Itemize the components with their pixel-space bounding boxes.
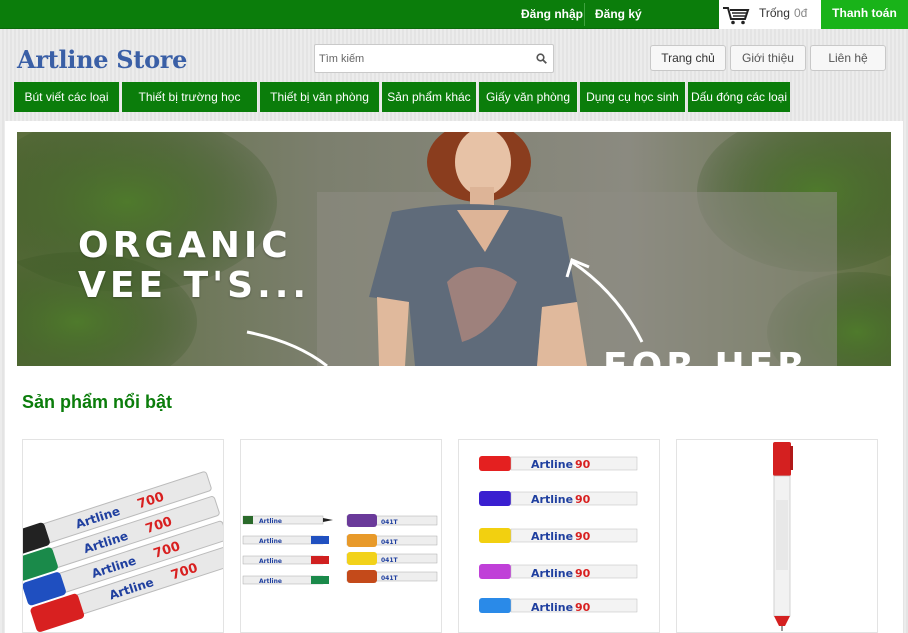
- product-model: 90: [575, 493, 591, 506]
- category-other-products[interactable]: Sản phẩm khác: [382, 82, 476, 112]
- product-model: 90: [575, 601, 591, 614]
- product-brand: Artline: [531, 567, 573, 580]
- divider: [584, 3, 585, 26]
- nav-about-button[interactable]: Giới thiệu: [730, 45, 806, 71]
- product-brand: Artline: [259, 578, 282, 585]
- category-school-equipment[interactable]: Thiết bị trường học: [122, 82, 257, 112]
- nav-contact-button[interactable]: Liên hệ: [810, 45, 886, 71]
- featured-title: Sản phẩm nổi bật: [22, 392, 173, 412]
- banner-line-3: FOR HER: [603, 346, 809, 366]
- top-bar: Đăng nhập Đăng ký Trống 0đ Thanh toán: [0, 0, 908, 29]
- cart-total: 0đ: [794, 6, 808, 20]
- product-brand: Artline: [259, 538, 282, 545]
- cart-widget[interactable]: Trống 0đ: [719, 0, 821, 29]
- product-card[interactable]: Artline Artline Artline Artline 700 700 …: [22, 439, 224, 633]
- shopping-cart-icon: [723, 7, 750, 25]
- category-student-supplies[interactable]: Dụng cụ học sinh: [580, 82, 685, 112]
- category-pens[interactable]: Bút viết các loại: [14, 82, 119, 112]
- product-brand: Artline: [531, 458, 573, 471]
- product-model: 90: [575, 567, 591, 580]
- register-link[interactable]: Đăng ký: [595, 0, 642, 29]
- category-office-paper[interactable]: Giấy văn phòng: [479, 82, 577, 112]
- product-brand: Artline: [259, 558, 282, 565]
- search-icon[interactable]: [536, 53, 547, 64]
- product-brand: Artline: [531, 601, 573, 614]
- product-model: 90: [575, 530, 591, 543]
- category-stamps[interactable]: Dấu đóng các loại: [688, 82, 790, 112]
- product-model: 041T: [381, 519, 399, 526]
- login-link[interactable]: Đăng nhập: [521, 0, 583, 29]
- product-brand: Artline: [531, 530, 573, 543]
- product-model: 041T: [381, 557, 399, 564]
- checkout-button[interactable]: Thanh toán: [821, 0, 908, 29]
- product-model: 041T: [381, 539, 399, 546]
- cart-status: Trống: [759, 6, 790, 20]
- product-image: Artline 90 Artline 90 Artline 90 Artline 90 …: [479, 456, 638, 614]
- product-brand: Artline: [531, 493, 573, 506]
- product-card[interactable]: Artline 90 Artline 90 Artline 90 Artline 90 …: [458, 439, 660, 633]
- product-image: Artline Artline Artline Artline 041T 041…: [242, 514, 438, 585]
- nav-home-button[interactable]: Trang chủ: [650, 45, 726, 71]
- search-input[interactable]: [319, 48, 524, 69]
- store-logo[interactable]: Artline Store: [17, 45, 187, 74]
- product-model: 90: [575, 458, 591, 471]
- product-card[interactable]: Artline Artline Artline Artline 041T 041…: [240, 439, 442, 633]
- product-image: [773, 442, 793, 631]
- category-office-equipment[interactable]: Thiết bị văn phòng: [260, 82, 379, 112]
- product-card[interactable]: [676, 439, 878, 633]
- product-image: Artline Artline Artline Artline 700 700 …: [23, 471, 223, 632]
- product-brand: Artline: [259, 518, 282, 525]
- search-box: [314, 44, 554, 73]
- banner-clip: FOR HER: [17, 132, 891, 366]
